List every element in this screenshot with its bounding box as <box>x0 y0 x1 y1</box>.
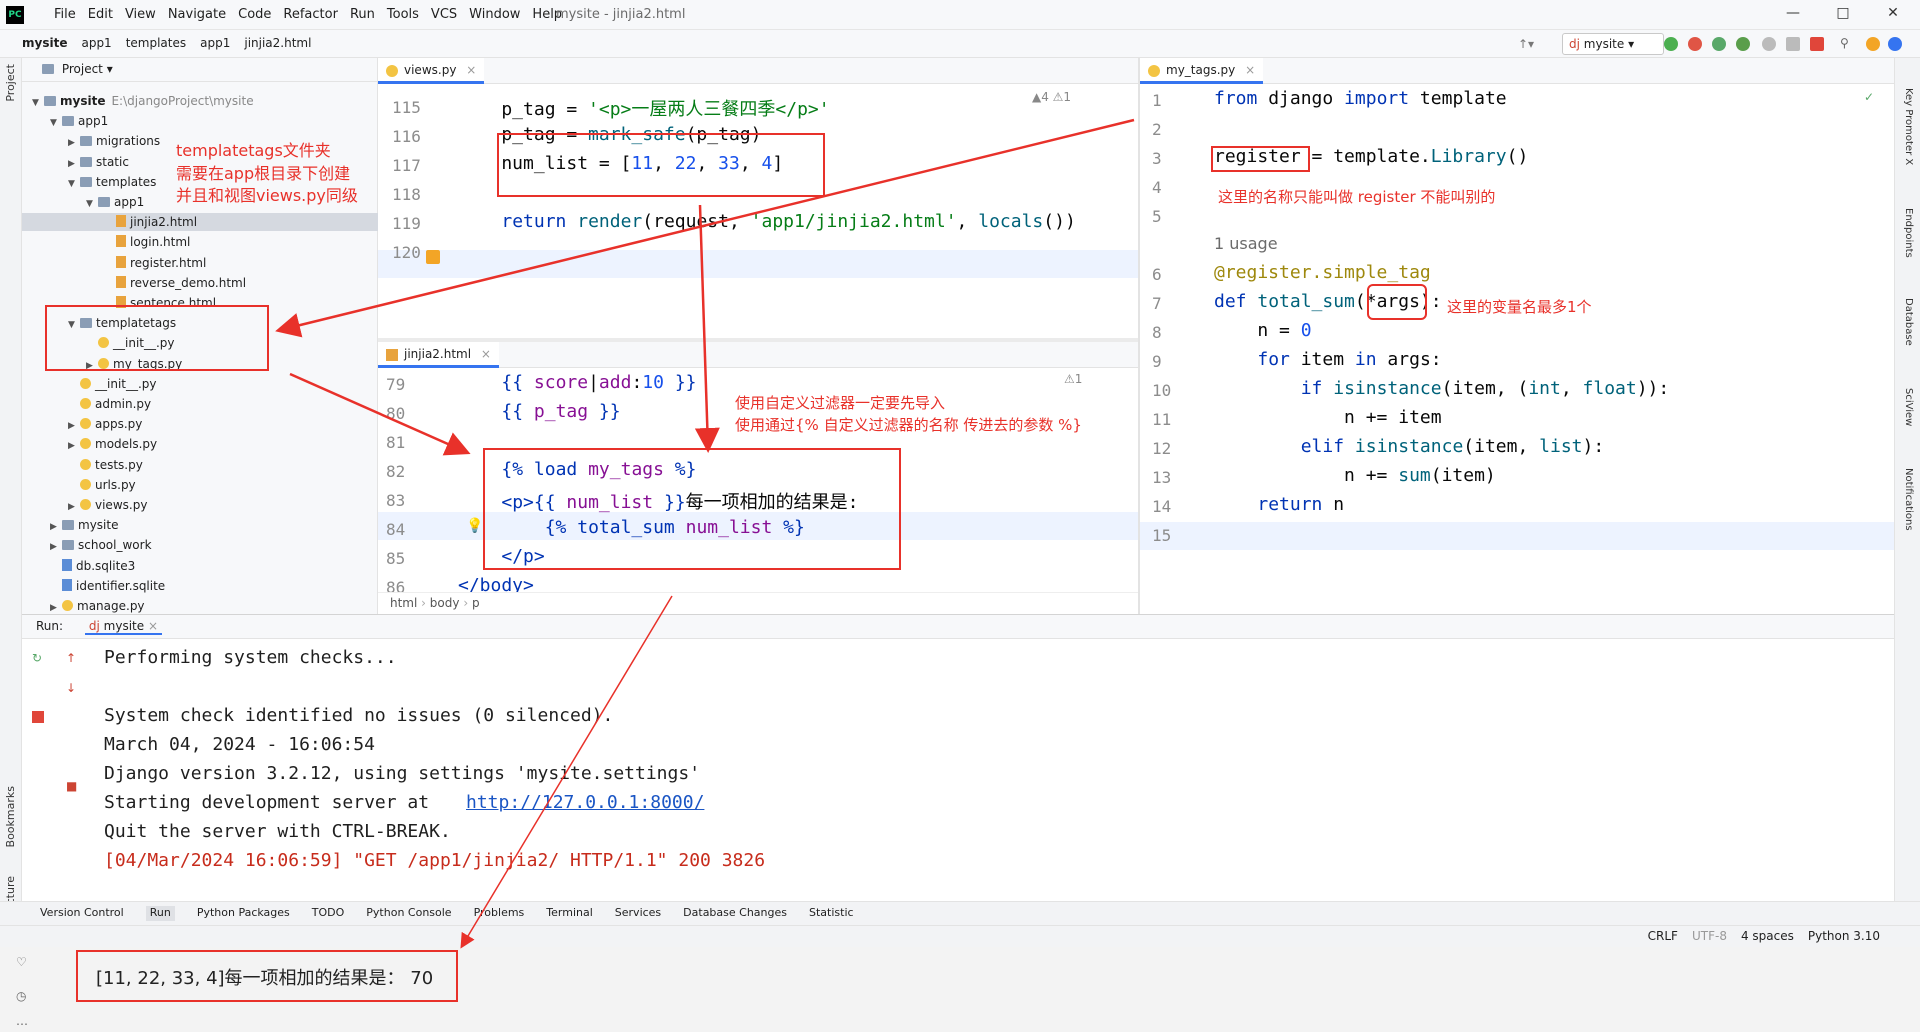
arrow-to-output <box>460 595 673 949</box>
annotation-arrows <box>275 118 1135 949</box>
arrow-to-load-tag <box>694 204 720 453</box>
arrow-from-my-tags <box>289 372 471 456</box>
arrow-to-templatetags <box>275 118 1135 338</box>
